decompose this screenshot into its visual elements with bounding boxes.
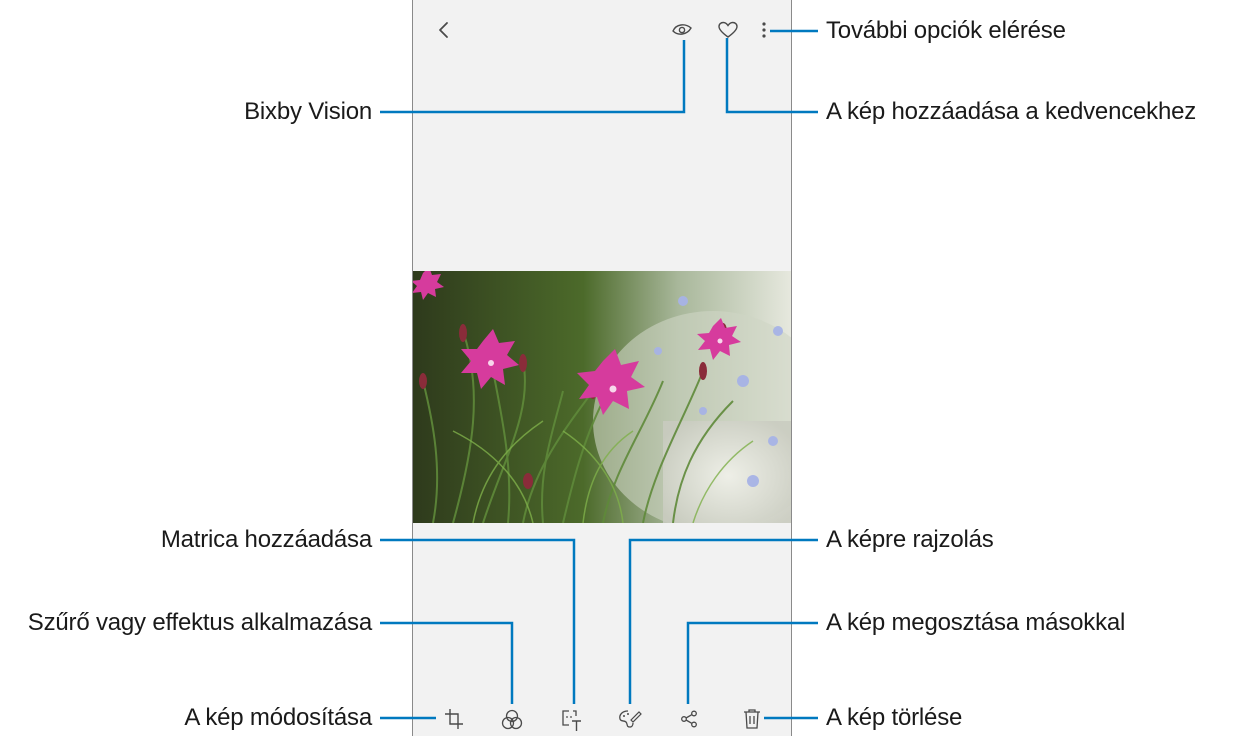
share-icon[interactable] (680, 710, 698, 728)
callout-edit: A kép módosítása (184, 704, 372, 731)
callout-more-options: További opciók elérése (826, 17, 1066, 44)
callout-delete: A kép törlése (826, 704, 963, 731)
callout-sticker: Matrica hozzáadása (160, 526, 372, 553)
heart-icon[interactable] (718, 21, 738, 39)
manual-figure: További opciók elérése A kép hozzáadása … (0, 0, 1234, 736)
bixby-vision-icon[interactable] (671, 21, 693, 39)
callout-share: A kép megosztása másokkal (826, 609, 1126, 636)
crop-edit-icon[interactable] (444, 708, 464, 730)
callout-favorites: A kép hozzáadása a kedvencekhez (826, 98, 1197, 125)
callout-bixby-vision: Bixby Vision (244, 98, 372, 125)
flower-photo-image (413, 271, 791, 523)
sticker-icon[interactable] (559, 708, 583, 732)
draw-palette-icon[interactable] (618, 709, 642, 729)
callout-draw: A képre rajzolás (826, 526, 994, 553)
callout-filter: Szűrő vagy effektus alkalmazása (27, 609, 372, 636)
trash-icon[interactable] (742, 708, 762, 730)
more-options-icon[interactable] (760, 20, 768, 40)
back-icon[interactable] (436, 20, 452, 40)
gallery-photo[interactable] (413, 271, 791, 523)
filter-icon[interactable] (501, 709, 523, 731)
